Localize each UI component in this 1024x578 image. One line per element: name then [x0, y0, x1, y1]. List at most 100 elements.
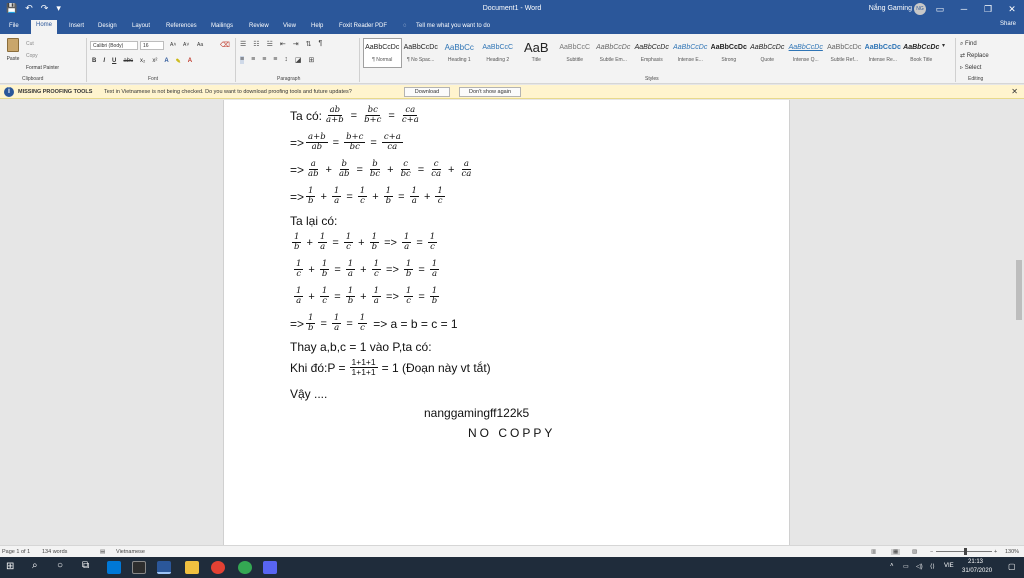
zoom-level[interactable]: 130%: [1005, 549, 1019, 555]
style-subtle-reference[interactable]: AaBbCcDc Subtle Ref...: [825, 38, 864, 68]
multilevel-list-icon[interactable]: ☱: [267, 40, 273, 48]
proofing-icon[interactable]: ▤: [100, 549, 105, 555]
style-normal[interactable]: AaBbCcDc ¶ Normal: [363, 38, 402, 68]
styles-more-icon[interactable]: ▾: [942, 42, 945, 49]
style-intense-quote[interactable]: AaBbCcDc Intense Q...: [787, 38, 826, 68]
start-icon[interactable]: ⊞: [6, 561, 14, 572]
word-icon[interactable]: [157, 561, 171, 574]
style-book-title[interactable]: AaBbCcDc Book Title: [902, 38, 941, 68]
cut-button[interactable]: Cut: [26, 38, 59, 50]
web-layout-icon[interactable]: ▧: [912, 549, 917, 555]
font-color-icon[interactable]: A: [188, 58, 192, 65]
vertical-scrollbar[interactable]: [1014, 100, 1024, 545]
download-button[interactable]: Download: [404, 87, 450, 97]
word-count[interactable]: 134 words: [42, 549, 67, 555]
ribbon-display-icon[interactable]: ▭: [928, 0, 952, 18]
tab-help[interactable]: Help: [306, 21, 328, 34]
tab-view[interactable]: View: [278, 21, 301, 34]
discord-icon[interactable]: [263, 561, 277, 574]
shrink-font-button[interactable]: A˅: [183, 42, 189, 48]
select-button[interactable]: ▹ Select: [960, 62, 989, 74]
clock-time[interactable]: 21:13: [968, 559, 983, 565]
input-method-icon[interactable]: ⟨⟩: [930, 563, 935, 570]
store-icon[interactable]: [132, 561, 146, 574]
mail-icon[interactable]: [107, 561, 121, 574]
align-right-icon[interactable]: ≡: [262, 56, 266, 64]
scroll-thumb[interactable]: [1016, 260, 1022, 320]
bullets-icon[interactable]: ☰: [240, 40, 246, 48]
language-indicator[interactable]: VIE: [944, 563, 954, 569]
style-subtle-emphasis[interactable]: AaBbCcDc Subtle Em...: [594, 38, 633, 68]
task-view-icon[interactable]: ⧉: [82, 560, 89, 571]
superscript-button[interactable]: x²: [152, 58, 157, 65]
style-intense-emphasis[interactable]: AaBbCcDc Intense E...: [671, 38, 710, 68]
style-emphasis[interactable]: AaBbCcDc Emphasis: [633, 38, 672, 68]
clock-date[interactable]: 31/07/2020: [962, 568, 992, 574]
print-layout-icon[interactable]: ▦: [891, 549, 901, 555]
increase-indent-icon[interactable]: ⇥: [293, 40, 299, 48]
style-title[interactable]: AaB Title: [517, 38, 556, 68]
grow-font-button[interactable]: A˄: [170, 42, 176, 48]
avatar[interactable]: NG: [914, 3, 926, 15]
numbering-icon[interactable]: ☷: [253, 40, 259, 48]
decrease-indent-icon[interactable]: ⇤: [280, 40, 286, 48]
shading-icon[interactable]: ◪: [295, 56, 302, 64]
find-button[interactable]: ⌕ Find: [960, 38, 989, 50]
justify-icon[interactable]: ≡: [273, 56, 277, 64]
show-marks-icon[interactable]: ¶: [318, 40, 322, 48]
borders-icon[interactable]: ⊞: [309, 56, 315, 64]
show-hidden-icons[interactable]: ˄: [890, 563, 894, 569]
language-indicator[interactable]: Vietnamese: [116, 549, 145, 555]
align-left-icon[interactable]: ≡: [240, 56, 245, 64]
minimize-button[interactable]: ─: [952, 0, 976, 18]
zoom-in-icon[interactable]: +: [994, 549, 997, 555]
page-count[interactable]: Page 1 of 1: [2, 549, 30, 555]
line-spacing-icon[interactable]: ↕: [284, 56, 288, 64]
notifications-icon[interactable]: ▢: [1008, 562, 1016, 571]
align-center-icon[interactable]: ≡: [251, 56, 255, 64]
bold-button[interactable]: B: [92, 58, 96, 65]
style-quote[interactable]: AaBbCcDc Quote: [748, 38, 787, 68]
tab-layout[interactable]: Layout: [127, 21, 155, 34]
file-explorer-icon[interactable]: [185, 561, 199, 574]
dont-show-again-button[interactable]: Don't show again: [459, 87, 521, 97]
tell-me-input[interactable]: Tell me what you want to do: [411, 21, 495, 34]
clear-format-icon[interactable]: ⌫: [220, 41, 230, 49]
user-name[interactable]: Nắng Gaming: [869, 5, 912, 12]
zoom-out-icon[interactable]: −: [930, 549, 933, 555]
italic-button[interactable]: I: [103, 58, 105, 65]
chrome-profile-icon[interactable]: [238, 561, 252, 574]
copy-button[interactable]: Copy: [26, 50, 59, 62]
zoom-slider-handle[interactable]: [964, 548, 967, 555]
share-button[interactable]: Share: [1000, 21, 1016, 27]
restore-button[interactable]: ❐: [976, 0, 1000, 18]
style-heading-1[interactable]: AaBbCc Heading 1: [440, 38, 479, 68]
close-button[interactable]: ✕: [1000, 0, 1024, 18]
sort-icon[interactable]: ⇅: [306, 40, 312, 48]
highlight-icon[interactable]: ✎: [176, 58, 181, 65]
font-family-select[interactable]: Calibri (Body): [90, 41, 138, 50]
tab-insert[interactable]: Insert: [64, 21, 89, 34]
style-subtitle[interactable]: AaBbCcC Subtitle: [556, 38, 595, 68]
text-effects-icon[interactable]: A: [164, 58, 168, 65]
replace-button[interactable]: ⇄ Replace: [960, 50, 989, 62]
tab-review[interactable]: Review: [244, 21, 274, 34]
underline-button[interactable]: U: [112, 58, 116, 65]
tab-file[interactable]: File: [4, 21, 24, 34]
tab-references[interactable]: References: [161, 21, 202, 34]
cortana-icon[interactable]: ○: [57, 560, 63, 571]
style-no-spacing[interactable]: AaBbCcDc ¶ No Spac...: [402, 38, 441, 68]
close-icon[interactable]: ✕: [1011, 87, 1018, 96]
tab-foxit[interactable]: Foxit Reader PDF: [334, 21, 392, 34]
document-page[interactable]: Ta có: ab a+b = bc b+c = ca c+a => a+b ab = …: [223, 100, 790, 545]
style-heading-2[interactable]: AaBbCcC Heading 2: [479, 38, 518, 68]
tab-design[interactable]: Design: [93, 21, 122, 34]
format-painter-button[interactable]: Format Painter: [26, 62, 59, 74]
chrome-icon[interactable]: [211, 561, 225, 574]
style-intense-reference[interactable]: AaBbCcDc Intense Re...: [864, 38, 903, 68]
strikethrough-button[interactable]: abc: [123, 58, 133, 65]
network-icon[interactable]: ▭: [903, 563, 909, 570]
change-case-button[interactable]: Aa: [197, 42, 203, 48]
subscript-button[interactable]: x₂: [140, 58, 145, 65]
read-mode-icon[interactable]: ▥: [871, 549, 876, 555]
